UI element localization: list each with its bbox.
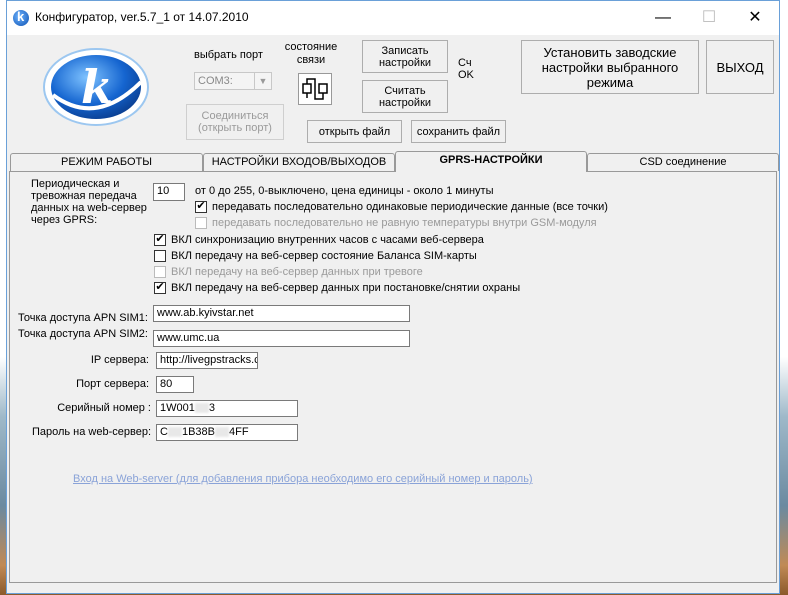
write-settings-button[interactable]: Записать настройки	[362, 40, 448, 73]
ip-label: IP сервера:	[90, 354, 149, 366]
apn1-label: Точка доступа APN SIM1:	[18, 312, 148, 324]
redacted-mark	[214, 427, 229, 438]
checkbox-send-balance[interactable]	[154, 250, 166, 262]
svg-text:k: k	[81, 60, 113, 114]
tab-strip: РЕЖИМ РАБОТЫ НАСТРОЙКИ ВХОДОВ/ВЫХОДОВ GP…	[9, 151, 779, 172]
password-value-start: C	[160, 426, 168, 438]
period-label: Периодическая и тревожная передача данны…	[31, 178, 147, 226]
plug-icon	[302, 78, 328, 100]
app-icon	[13, 9, 29, 26]
checkbox-send-temperature-label: передавать последовательно не равную тем…	[212, 217, 597, 229]
period-hint: от 0 до 255, 0-выключено, цена единицы -…	[195, 185, 494, 197]
checkbox-send-same-data[interactable]: ✔	[195, 201, 207, 213]
checkbox-send-same-data-label: передавать последовательно одинаковые пе…	[212, 201, 608, 213]
checkbox-send-balance-label: ВКЛ передачу на веб-сервер состояние Бал…	[171, 250, 477, 262]
tab-work-mode[interactable]: РЕЖИМ РАБОТЫ	[10, 153, 203, 171]
password-label: Пароль на web-сервер:	[31, 426, 151, 438]
ip-input[interactable]: http://livegpstracks.c	[156, 352, 258, 369]
title-bar[interactable]: Конфигуратор, ver.5.7_1 от 14.07.2010 — …	[7, 1, 779, 35]
apn1-input[interactable]: www.ab.kyivstar.net	[153, 305, 410, 322]
password-input[interactable]: C 1B38B 4FF	[156, 424, 298, 441]
checkbox-sync-clock[interactable]: ✔	[154, 234, 166, 246]
port-select-value: COM3:	[198, 75, 233, 87]
tab-io-settings[interactable]: НАСТРОЙКИ ВХОДОВ/ВЫХОДОВ	[203, 153, 395, 171]
apn2-label: Точка доступа APN SIM2:	[18, 328, 148, 340]
password-value-end: 4FF	[228, 426, 249, 438]
redacted-mark	[167, 427, 182, 438]
read-settings-button[interactable]: Считать настройки	[362, 80, 448, 113]
web-server-link[interactable]: Вход на Web-server (для добавления прибо…	[73, 473, 533, 485]
open-file-button[interactable]: открыть файл	[307, 120, 402, 143]
tab-csd-connection[interactable]: CSD соединение	[587, 153, 779, 171]
gprs-panel	[9, 171, 777, 583]
apn2-input[interactable]: www.umc.ua	[153, 330, 410, 347]
minimize-icon[interactable]: —	[640, 1, 686, 35]
configurator-window: Конфигуратор, ver.5.7_1 от 14.07.2010 — …	[6, 0, 780, 594]
checkbox-send-alarm-label: ВКЛ передачу на веб-сервер данных при тр…	[171, 266, 423, 278]
save-file-button[interactable]: сохранить файл	[411, 120, 506, 143]
window-title: Конфигуратор, ver.5.7_1 от 14.07.2010	[35, 10, 249, 24]
connect-button[interactable]: Соединиться (открыть порт)	[186, 104, 284, 140]
port-label: выбрать порт	[194, 49, 263, 61]
server-port-label: Порт сервера:	[76, 378, 149, 390]
exit-button[interactable]: ВЫХОД	[706, 40, 774, 94]
period-input[interactable]: 10	[153, 183, 185, 201]
server-port-input[interactable]: 80	[156, 376, 194, 393]
checkbox-send-temperature[interactable]	[195, 217, 207, 229]
tab-gprs-settings[interactable]: GPRS-НАСТРОЙКИ	[395, 151, 587, 172]
connection-state-indicator	[298, 73, 332, 105]
checkbox-send-arm-disarm-label: ВКЛ передачу на веб-сервер данных при по…	[171, 282, 521, 294]
serial-input[interactable]: 1W001 3	[156, 400, 298, 417]
checkbox-send-alarm[interactable]	[154, 266, 166, 278]
checkbox-sync-clock-label: ВКЛ синхронизацию внутренних часов с час…	[171, 234, 484, 246]
company-logo: k	[43, 48, 149, 126]
redacted-mark	[194, 403, 209, 414]
serial-value-start: 1W001	[160, 402, 195, 414]
conn-state-label: состояние связи	[284, 41, 338, 66]
port-select[interactable]: COM3: ▼	[194, 72, 272, 90]
checkbox-send-arm-disarm[interactable]: ✔	[154, 282, 166, 294]
status-text-line2: OK	[458, 69, 474, 81]
close-icon[interactable]: ✕	[732, 1, 778, 35]
serial-label: Серийный номер :	[57, 402, 151, 414]
serial-value-end: 3	[208, 402, 215, 414]
status-text-line1: Сч	[458, 57, 472, 69]
password-value-mid: 1B38B	[181, 426, 215, 438]
factory-settings-button[interactable]: Установить заводские настройки выбранног…	[521, 40, 699, 94]
chevron-down-icon[interactable]: ▼	[254, 73, 271, 89]
maximize-icon[interactable]: ☐	[686, 1, 732, 35]
